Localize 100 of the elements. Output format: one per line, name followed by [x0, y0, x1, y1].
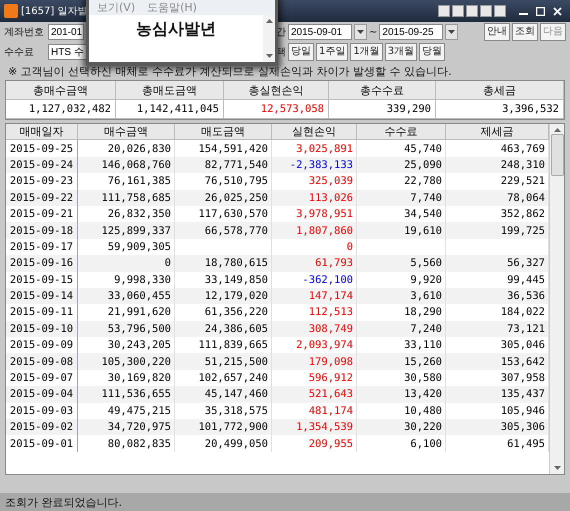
- table-cell: 18,780,615: [175, 255, 272, 272]
- column-header: 제세금: [446, 124, 549, 140]
- table-cell: 153,642: [446, 353, 549, 370]
- table-cell: 1,807,860: [272, 222, 357, 239]
- scroll-down-icon[interactable]: [554, 466, 560, 470]
- status-text: 조회가 완료되었습니다.: [5, 494, 122, 510]
- scroll-up-icon[interactable]: [554, 128, 560, 132]
- table-cell: 2015-09-04: [6, 386, 78, 403]
- table-cell: 1,354,539: [272, 419, 357, 436]
- table-cell: 2015-09-18: [6, 222, 78, 239]
- summary-cell: 1,142,411,045: [116, 100, 224, 119]
- table-cell: 209,955: [272, 435, 357, 452]
- table-cell: 78,064: [446, 190, 549, 206]
- maximize-icon[interactable]: [536, 6, 545, 16]
- column-header: 매도금액: [175, 124, 272, 140]
- scroll-thumb[interactable]: [550, 134, 564, 176]
- table-cell: 66,578,770: [175, 222, 272, 239]
- table-cell: 25,090: [357, 156, 446, 174]
- table-cell: 13,420: [357, 386, 446, 403]
- column-header: 실현손익: [272, 124, 357, 140]
- table-cell: 80,082,835: [78, 435, 175, 452]
- column-header: 총수수료: [329, 81, 436, 100]
- range-separator: ~: [369, 26, 378, 38]
- table-cell: 111,536,655: [78, 386, 175, 403]
- period-button[interactable]: 당월: [419, 43, 446, 61]
- scroll-up-icon[interactable]: [266, 19, 272, 23]
- column-header: 총매수금액: [6, 81, 116, 100]
- table-cell: 45,147,460: [175, 386, 272, 403]
- table-cell: 61,793: [272, 255, 357, 272]
- dropdown-icon[interactable]: [445, 24, 458, 40]
- table-cell: 15,260: [357, 353, 446, 370]
- table-cell: 26,025,250: [175, 190, 272, 206]
- table-cell: 56,327: [446, 255, 549, 272]
- fee-field[interactable]: HTS 수: [48, 44, 88, 60]
- table-cell: 51,215,500: [175, 353, 272, 370]
- column-header: 총실현손익: [224, 81, 329, 100]
- period-button[interactable]: 1주일: [316, 43, 348, 61]
- table-cell: 34,720,975: [78, 419, 175, 436]
- summary-cell: 12,573,058: [224, 100, 329, 119]
- summary-cell: 339,290: [329, 100, 436, 119]
- field-label: 계좌번호: [4, 26, 45, 39]
- table-cell: 2015-09-14: [6, 288, 78, 304]
- table-cell: 73,121: [446, 320, 549, 338]
- scroll-down-icon[interactable]: [266, 54, 272, 58]
- table-cell: 147,174: [272, 288, 357, 304]
- table-cell: 146,068,760: [78, 156, 175, 174]
- table-cell: 125,899,337: [78, 222, 175, 239]
- column-header: 매수금액: [78, 124, 175, 140]
- table-cell: 305,306: [446, 419, 549, 436]
- table-cell: 199,725: [446, 222, 549, 239]
- table-cell: 6,100: [357, 435, 446, 452]
- table-cell: 179,098: [272, 353, 357, 370]
- notice-text: ※ 고객님이 선택하신 매체로 수수료가 계산되므로 실제손익과 차이가 발생할 수 있습니다.: [8, 64, 452, 78]
- table-cell: 19,610: [357, 222, 446, 239]
- action-button[interactable]: 조회: [512, 23, 538, 41]
- table-cell: 2015-09-22: [6, 190, 78, 206]
- table-cell: 308,749: [272, 320, 357, 338]
- column-header: 총세금: [436, 81, 564, 100]
- table-cell: 113,026: [272, 190, 357, 206]
- table-cell: 2015-09-16: [6, 255, 78, 272]
- table-cell: 135,437: [446, 386, 549, 403]
- date-field[interactable]: 2015-09-25: [379, 24, 444, 40]
- table-cell: 0: [78, 255, 175, 272]
- table-cell: 36,536: [446, 288, 549, 304]
- column-header: 매매일자: [6, 124, 78, 140]
- field-label: 수수료: [4, 46, 35, 59]
- column-header: 수수료: [357, 124, 446, 140]
- table-cell: 82,771,540: [175, 156, 272, 174]
- window-title: [1657] 일자별: [21, 5, 88, 18]
- table-cell: 105,300,220: [78, 353, 175, 370]
- period-button[interactable]: 당일: [288, 43, 314, 61]
- table-cell: 521,643: [272, 386, 357, 403]
- popup-text: 농심사발년: [136, 19, 216, 40]
- table-cell: -2,383,133: [272, 156, 357, 174]
- dropdown-icon[interactable]: [354, 24, 367, 40]
- table-cell: 2015-09-10: [6, 320, 78, 338]
- table-cell: 20,499,050: [175, 435, 272, 452]
- table-cell: 2015-09-24: [6, 156, 78, 174]
- table-cell: 12,179,020: [175, 288, 272, 304]
- table-cell: 53,796,500: [78, 320, 175, 338]
- account-field[interactable]: 201-01: [48, 24, 84, 40]
- action-button[interactable]: 안내: [484, 23, 510, 41]
- table-cell: 2015-09-02: [6, 419, 78, 436]
- close-icon[interactable]: [553, 6, 562, 16]
- date-field[interactable]: 2015-09-01: [288, 24, 352, 40]
- table-cell: 5,560: [357, 255, 446, 272]
- table-cell: 248,310: [446, 156, 549, 174]
- table-cell: 7,240: [357, 320, 446, 338]
- scrollbar[interactable]: [549, 124, 564, 474]
- table-cell: 111,758,685: [78, 190, 175, 206]
- period-button[interactable]: 1개월: [350, 43, 383, 61]
- table-cell: 2015-09-08: [6, 353, 78, 370]
- table-cell: 7,740: [357, 190, 446, 206]
- summary-cell: 1,127,032,482: [6, 100, 116, 119]
- column-header: 총매도금액: [116, 81, 224, 100]
- app-logo-icon: [4, 4, 18, 18]
- table-cell: 33,060,455: [78, 288, 175, 304]
- table-cell: 3,610: [357, 288, 446, 304]
- summary-cell: 3,396,532: [436, 100, 564, 119]
- period-button[interactable]: 3개월: [384, 43, 418, 61]
